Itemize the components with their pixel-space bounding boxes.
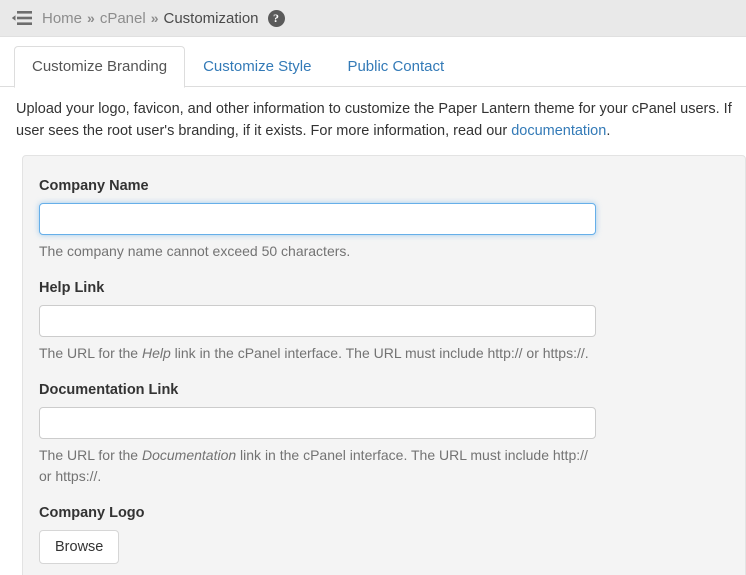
company-logo-help: Logo must be a .svg or .png image. Optim… [39, 570, 599, 575]
tab-bar: Customize Branding Customize Style Publi… [0, 37, 746, 87]
documentation-link-input[interactable] [39, 407, 596, 439]
help-link-help-after: link in the cPanel interface. The URL mu… [171, 345, 589, 361]
form-group-help-link: Help Link The URL for the Help link in t… [39, 280, 725, 364]
breadcrumb-item-cpanel[interactable]: cPanel [100, 10, 146, 27]
form-group-company-name: Company Name The company name cannot exc… [39, 178, 725, 262]
page-description-line-2-text: user sees the root user's branding, if i… [16, 123, 511, 139]
help-link-help-before: The URL for the [39, 345, 142, 361]
documentation-link-help-before: The URL for the [39, 447, 142, 463]
breadcrumb-separator: » [87, 10, 95, 26]
documentation-link-label: Documentation Link [39, 382, 725, 398]
help-link-help: The URL for the Help link in the cPanel … [39, 343, 599, 364]
page-description-line-1: Upload your logo, favicon, and other inf… [16, 98, 736, 120]
breadcrumb-item-home[interactable]: Home [42, 10, 82, 27]
documentation-link-help: The URL for the Documentation link in th… [39, 445, 599, 487]
browse-button[interactable]: Browse [39, 530, 119, 564]
page-description-line-2-period: . [606, 123, 610, 139]
help-icon[interactable]: ? [268, 10, 285, 27]
company-name-help: The company name cannot exceed 50 charac… [39, 241, 599, 262]
collapse-menu-icon[interactable] [8, 7, 36, 29]
breadcrumb: Home » cPanel » Customization ? [42, 10, 285, 27]
form-group-company-logo: Company Logo Browse Logo must be a .svg … [39, 505, 725, 575]
help-link-input[interactable] [39, 305, 596, 337]
documentation-link-help-emphasis: Documentation [142, 447, 236, 463]
tab-customize-branding[interactable]: Customize Branding [14, 46, 185, 88]
company-name-input[interactable] [39, 203, 596, 235]
branding-form-panel: Company Name The company name cannot exc… [22, 155, 746, 575]
documentation-link[interactable]: documentation [511, 123, 606, 139]
help-link-help-emphasis: Help [142, 345, 171, 361]
tab-public-contact[interactable]: Public Contact [329, 46, 462, 88]
page-description-line-2: user sees the root user's branding, if i… [16, 120, 736, 142]
tab-customize-style[interactable]: Customize Style [185, 46, 329, 88]
breadcrumb-item-customization: Customization [163, 10, 258, 27]
breadcrumb-separator: » [151, 10, 159, 26]
help-link-label: Help Link [39, 280, 725, 296]
company-name-label: Company Name [39, 178, 725, 194]
company-logo-label: Company Logo [39, 505, 725, 521]
page-description: Upload your logo, favicon, and other inf… [0, 87, 746, 143]
breadcrumb-header-bar: Home » cPanel » Customization ? [0, 0, 746, 37]
form-group-documentation-link: Documentation Link The URL for the Docum… [39, 382, 725, 487]
